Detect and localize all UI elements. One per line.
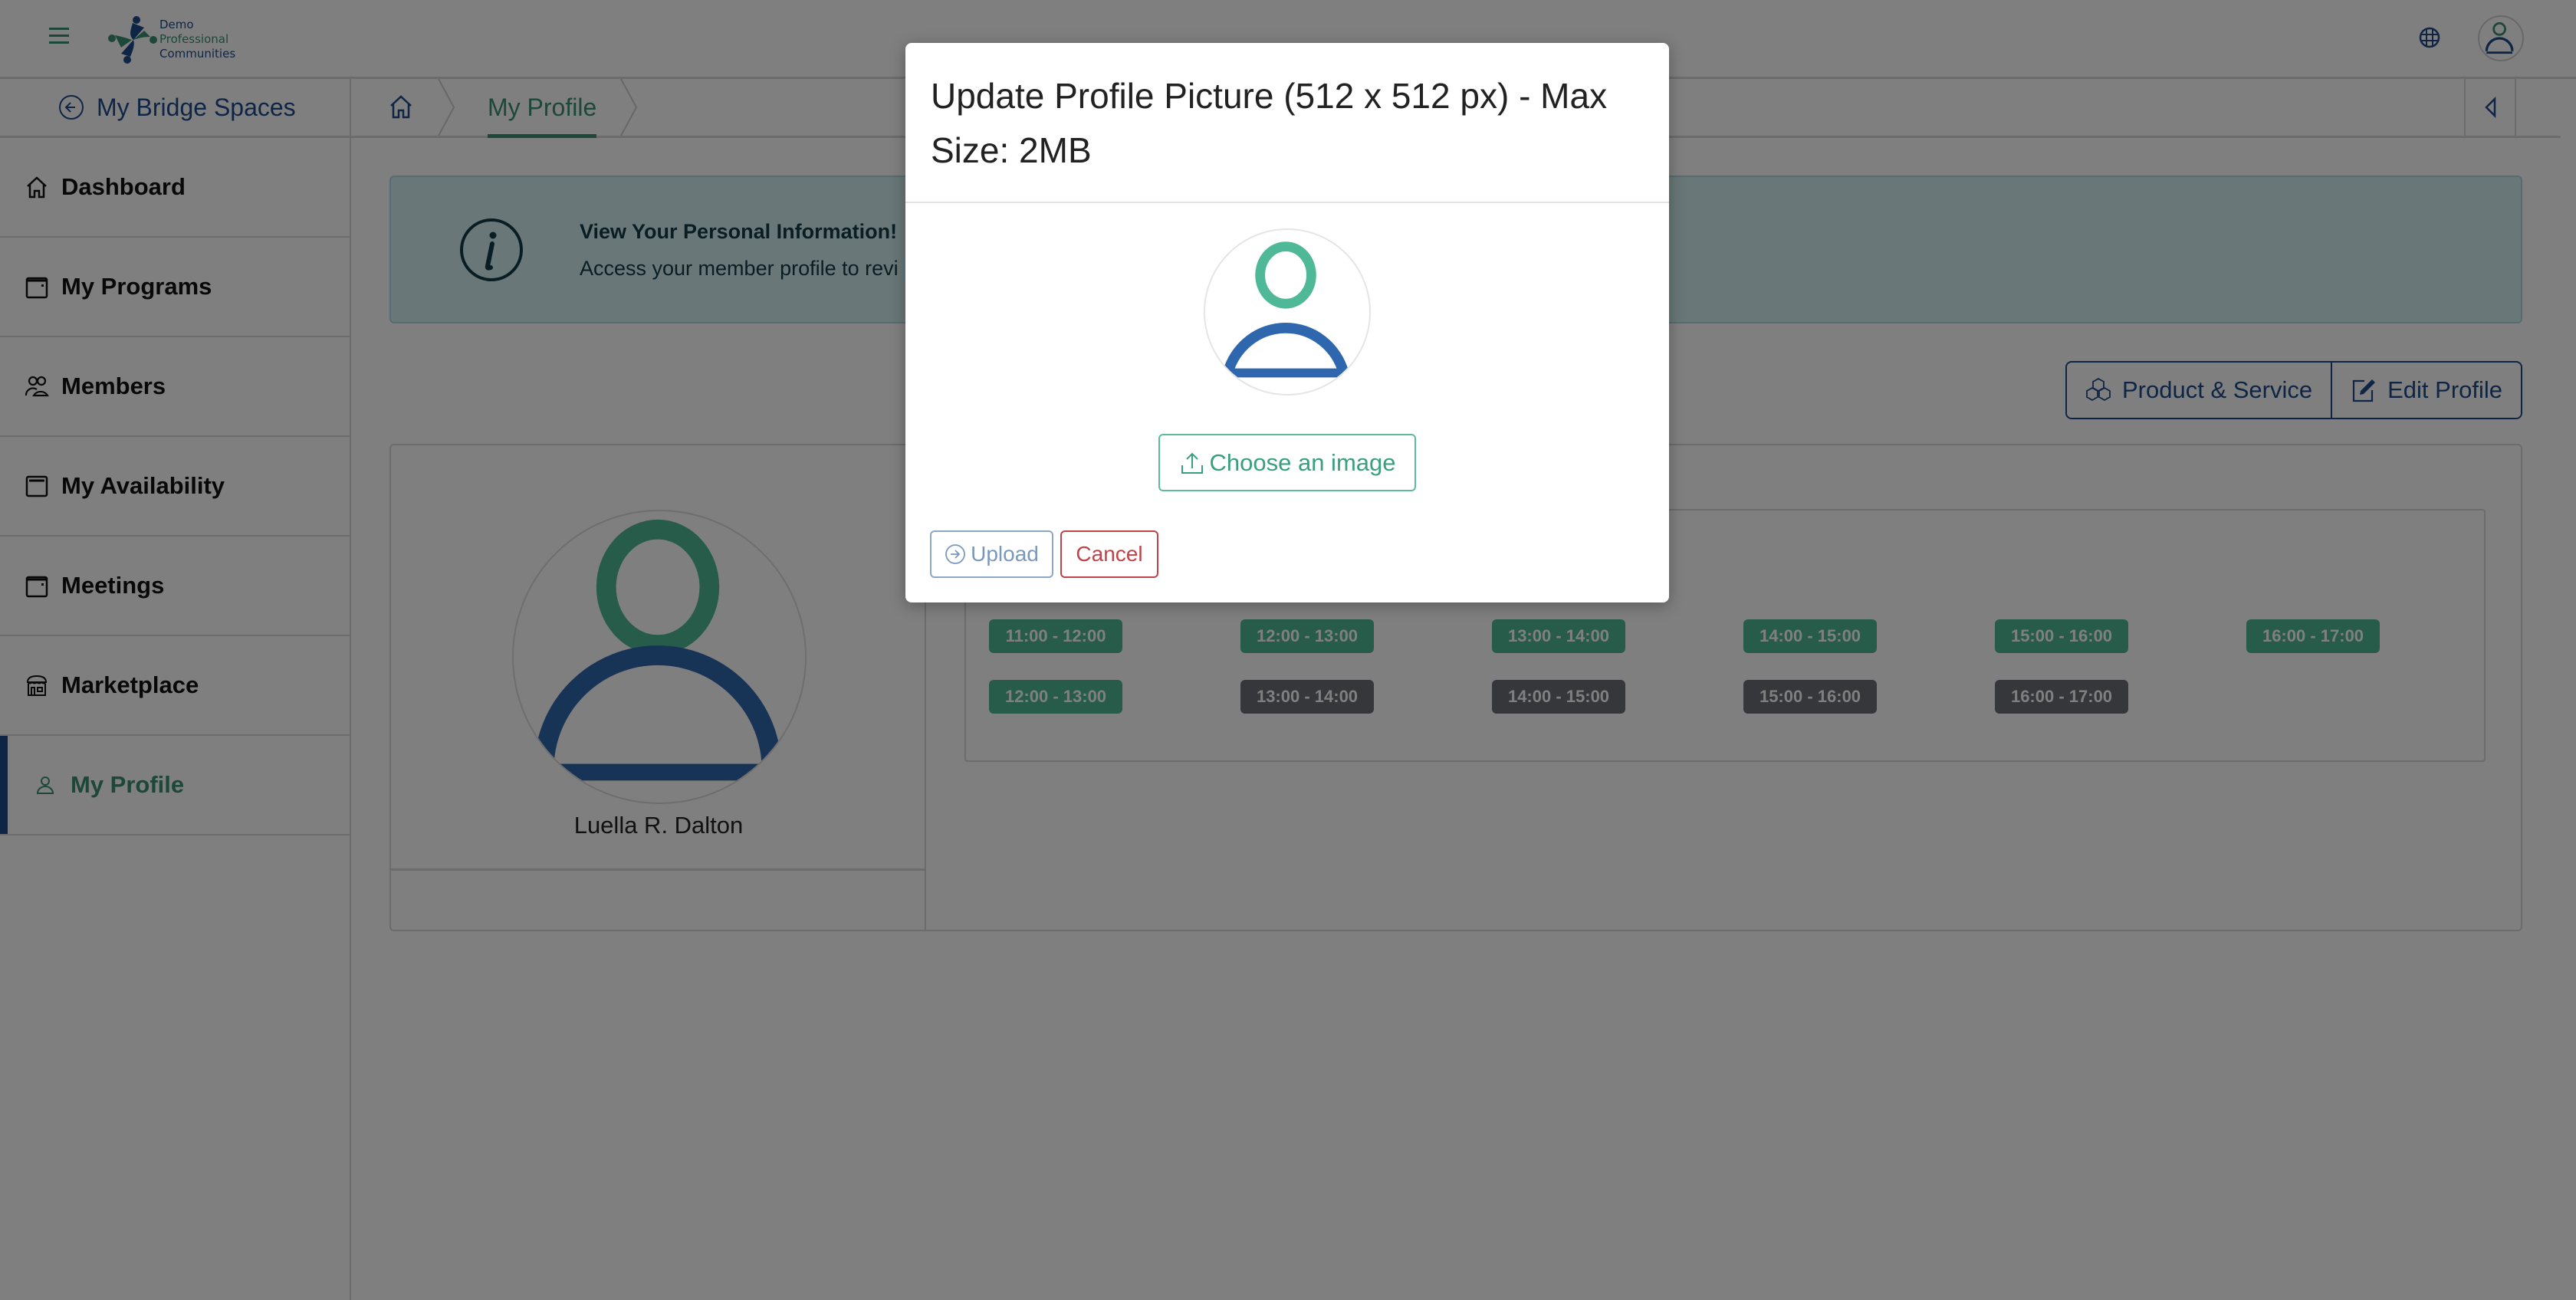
update-profile-picture-modal: Update Profile Picture (512 x 512 px) - … <box>905 43 1669 602</box>
upload-button[interactable]: Upload <box>930 530 1053 578</box>
arrow-right-circle-icon <box>945 544 966 564</box>
upload-label: Upload <box>971 542 1039 566</box>
default-user-avatar-icon <box>1222 241 1349 378</box>
cancel-button[interactable]: Cancel <box>1060 530 1158 578</box>
modal-title: Update Profile Picture (512 x 512 px) - … <box>931 76 1608 170</box>
modal-divider <box>905 202 1669 203</box>
choose-image-button[interactable]: Choose an image <box>1158 434 1416 491</box>
choose-image-label: Choose an image <box>1209 448 1396 476</box>
upload-icon <box>1181 452 1203 474</box>
avatar-preview <box>1204 228 1371 396</box>
